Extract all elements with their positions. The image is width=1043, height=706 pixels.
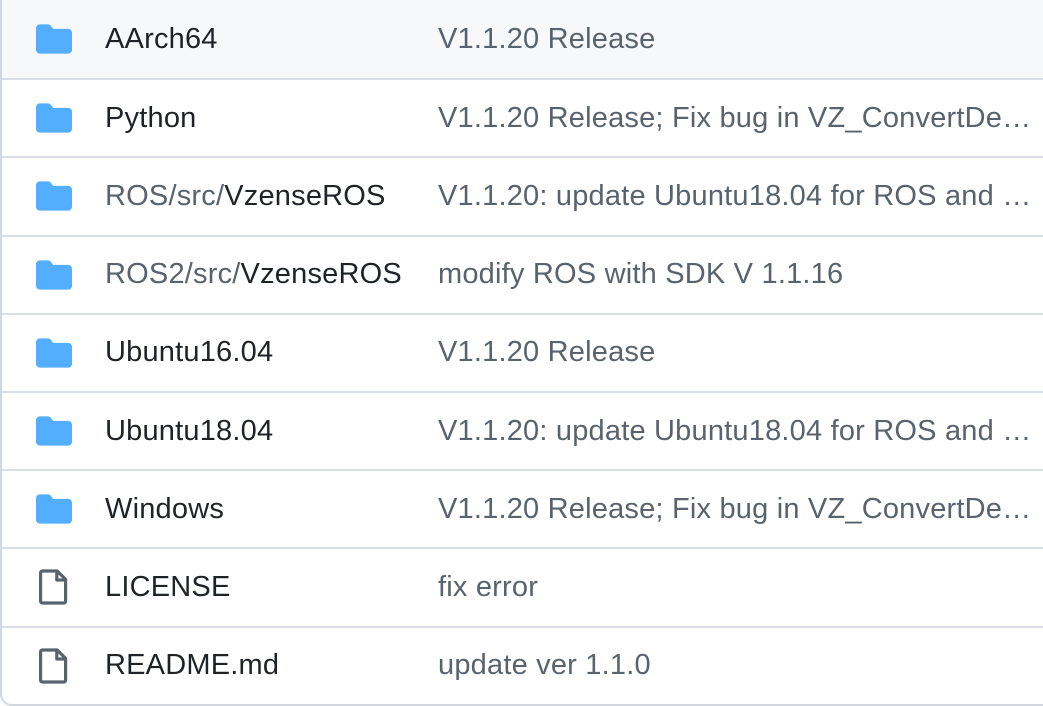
commit-message[interactable]: modify ROS with SDK V 1.1.16 bbox=[438, 258, 1039, 291]
folder-icon bbox=[35, 335, 73, 371]
file-row[interactable]: AArch64 V1.1.20 Release bbox=[2, 0, 1043, 79]
folder-icon bbox=[35, 413, 73, 449]
commit-message[interactable]: update ver 1.1.0 bbox=[438, 649, 1039, 682]
file-name[interactable]: Windows bbox=[105, 493, 224, 526]
file-name[interactable]: ROS/src/VzenseROS bbox=[105, 180, 386, 213]
file-name[interactable]: Python bbox=[105, 102, 197, 135]
file-name[interactable]: Ubuntu18.04 bbox=[105, 415, 273, 448]
folder-icon bbox=[35, 257, 73, 293]
commit-message[interactable]: V1.1.20 Release; Fix bug in VZ_ConvertDe… bbox=[438, 493, 1039, 526]
folder-icon bbox=[35, 100, 73, 136]
file-name[interactable]: README.md bbox=[105, 649, 279, 682]
file-name[interactable]: Ubuntu16.04 bbox=[105, 336, 273, 369]
file-row[interactable]: Ubuntu18.04 V1.1.20: update Ubuntu18.04 … bbox=[2, 390, 1043, 470]
file-row[interactable]: README.md update ver 1.1.0 bbox=[2, 625, 1043, 704]
commit-message[interactable]: V1.1.20 Release bbox=[438, 23, 1039, 56]
commit-message[interactable]: V1.1.20: update Ubuntu18.04 for ROS and … bbox=[438, 415, 1039, 448]
file-row[interactable]: Windows V1.1.20 Release; Fix bug in VZ_C… bbox=[2, 469, 1043, 548]
file-name[interactable]: AArch64 bbox=[105, 23, 218, 56]
file-name[interactable]: ROS2/src/VzenseROS bbox=[105, 258, 402, 291]
file-row[interactable]: LICENSE fix error bbox=[2, 547, 1043, 626]
file-row[interactable]: Ubuntu16.04 V1.1.20 Release bbox=[2, 312, 1043, 391]
file-row[interactable]: ROS2/src/VzenseROS modify ROS with SDK V… bbox=[2, 234, 1043, 313]
commit-message[interactable]: V1.1.20 Release bbox=[438, 336, 1039, 369]
folder-icon bbox=[35, 21, 73, 57]
file-icon bbox=[35, 647, 73, 684]
repository-file-list: AArch64 V1.1.20 Release Python V1.1.20 R… bbox=[0, 0, 1043, 706]
commit-message[interactable]: fix error bbox=[438, 571, 1039, 604]
file-name[interactable]: LICENSE bbox=[105, 571, 231, 604]
commit-message[interactable]: V1.1.20 Release; Fix bug in VZ_ConvertDe… bbox=[438, 102, 1039, 135]
folder-icon bbox=[35, 178, 73, 214]
commit-message[interactable]: V1.1.20: update Ubuntu18.04 for ROS and … bbox=[438, 180, 1039, 213]
file-icon bbox=[35, 569, 73, 606]
file-row[interactable]: ROS/src/VzenseROS V1.1.20: update Ubuntu… bbox=[2, 156, 1043, 235]
file-row[interactable]: Python V1.1.20 Release; Fix bug in VZ_Co… bbox=[2, 78, 1043, 157]
folder-icon bbox=[35, 491, 73, 527]
